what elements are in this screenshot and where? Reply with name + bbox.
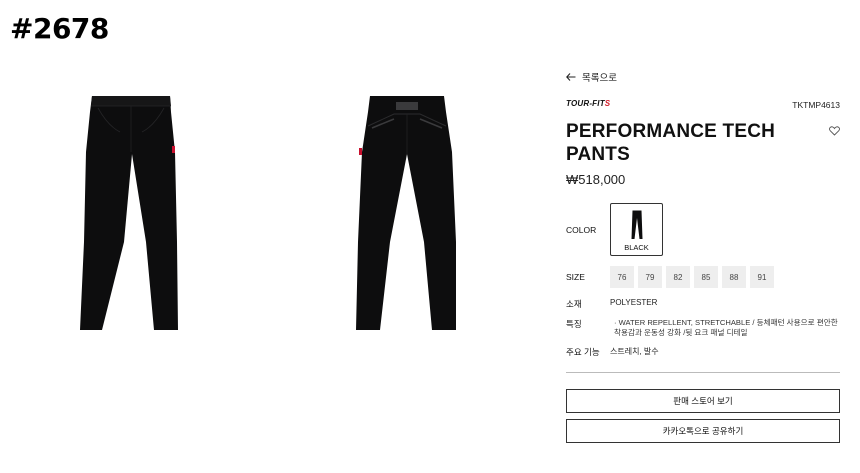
kakao-share-button[interactable]: 카카오톡으로 공유하기 (566, 419, 840, 443)
back-waist-patch (396, 102, 418, 110)
image-tag: #2678 (10, 12, 109, 45)
product-title: PERFORMANCE TECH PANTS (566, 121, 776, 165)
size-option-79[interactable]: 79 (638, 266, 662, 288)
size-label: SIZE (566, 272, 585, 282)
size-option-85[interactable]: 85 (694, 266, 718, 288)
back-to-list-link[interactable]: 목록으로 (566, 70, 617, 84)
arrow-left-icon (566, 73, 576, 81)
product-image-front[interactable] (74, 92, 184, 334)
pants-front-body (80, 96, 178, 330)
pants-thumbnail-icon (631, 210, 642, 239)
feature-label: 특징 (566, 319, 582, 329)
side-accent-tab (172, 146, 175, 153)
product-image-back[interactable] (350, 92, 462, 334)
key-function-label: 주요 기능 (566, 347, 600, 357)
size-options: 76 79 82 85 88 91 (610, 266, 774, 288)
pants-back-body (356, 96, 456, 330)
color-swatch-label: BLACK (624, 243, 649, 252)
brand-logo: TOUR-FITS (566, 99, 611, 108)
material-label: 소재 (566, 299, 582, 309)
size-option-91[interactable]: 91 (750, 266, 774, 288)
size-option-76[interactable]: 76 (610, 266, 634, 288)
key-function-value: 스트레치, 발수 (610, 347, 659, 356)
color-label: COLOR (566, 225, 597, 235)
feature-value: · WATER REPELLENT, STRETCHABLE / 등체패턴 사용… (614, 318, 838, 337)
back-to-list-label: 목록으로 (582, 73, 617, 84)
product-sku: TKTMP4613 (792, 100, 840, 110)
product-price: ₩518,000 (566, 172, 626, 187)
divider (566, 372, 840, 373)
heart-icon[interactable] (829, 126, 840, 136)
color-swatch-black[interactable]: BLACK (610, 203, 663, 256)
material-value: POLYESTER (610, 298, 658, 307)
product-info-panel: 목록으로 TOUR-FITS TKTMP4613 PERFORMANCE TEC… (566, 0, 842, 473)
size-option-88[interactable]: 88 (722, 266, 746, 288)
view-store-button[interactable]: 판매 스토어 보기 (566, 389, 840, 413)
size-option-82[interactable]: 82 (666, 266, 690, 288)
side-accent-tab (359, 148, 362, 155)
